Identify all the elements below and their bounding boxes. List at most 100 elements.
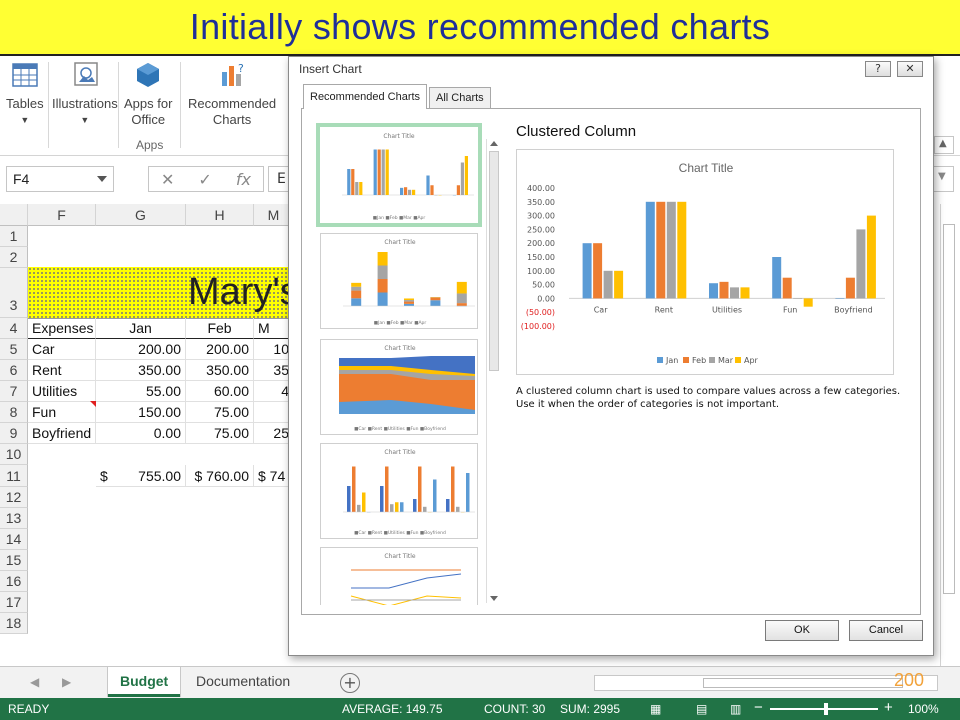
scroll-thumb[interactable]	[489, 151, 499, 371]
comment-indicator[interactable]	[90, 401, 96, 407]
cell-currency-symbol[interactable]: $	[96, 465, 116, 487]
recommended-charts-button[interactable]: ? Recommended Charts	[188, 60, 276, 128]
thumb-line[interactable]: Chart Title	[320, 547, 478, 605]
row-header[interactable]: 14	[0, 529, 28, 550]
thumb-clustered-column-by-month[interactable]: Chart Title ■Car ■Rent ■Utilities ■Fun ■…	[320, 443, 478, 539]
cell-header-jan[interactable]: Jan	[96, 318, 186, 339]
row-header[interactable]: 1	[0, 226, 28, 247]
y-tick-label: 150.00	[527, 253, 555, 262]
confirm-entry-icon[interactable]: ✓	[198, 170, 211, 189]
cell-label[interactable]: Car	[28, 339, 96, 360]
cell-value[interactable]: 350.00	[186, 360, 254, 381]
cell-value[interactable]: 350.00	[96, 360, 186, 381]
apps-for-office-button[interactable]: Apps for Office	[124, 60, 172, 128]
cell-value[interactable]: 0.00	[96, 423, 186, 444]
expand-formula-button[interactable]: ▼	[932, 166, 954, 192]
cell-value[interactable]: 10	[254, 339, 290, 360]
tab-prev-icon[interactable]: ◀	[30, 675, 39, 689]
cell-value[interactable]: 200.00	[186, 339, 254, 360]
tab-next-icon[interactable]: ▶	[62, 675, 71, 689]
select-all-corner[interactable]	[0, 204, 28, 226]
scroll-down-icon[interactable]	[490, 596, 498, 601]
cell-value[interactable]: 200.00	[96, 339, 186, 360]
row-header[interactable]: 7	[0, 381, 28, 402]
column-header[interactable]: H	[186, 204, 254, 226]
ribbon-collapse-button[interactable]: ▲	[934, 136, 954, 154]
cell-value[interactable]: 75.00	[186, 402, 254, 423]
row-header[interactable]: 11	[0, 465, 28, 487]
svg-text:■Car ■Rent ■Utilities ■Fun ■Bo: ■Car ■Rent ■Utilities ■Fun ■Boyfriend	[354, 426, 446, 432]
thumb-stacked-area[interactable]: Chart Title ■Car ■Rent ■Utilities ■Fun ■…	[320, 339, 478, 435]
cell-label[interactable]: Fun	[28, 402, 96, 423]
cell-total-jan[interactable]: 755.00	[116, 465, 186, 487]
cell-label[interactable]: Rent	[28, 360, 96, 381]
cell-value[interactable]: 4	[254, 381, 290, 402]
thumb-bar	[404, 187, 408, 195]
column-header[interactable]: G	[96, 204, 186, 226]
row-header[interactable]: 16	[0, 571, 28, 592]
cell-header-feb[interactable]: Feb	[186, 318, 254, 339]
row-header[interactable]: 15	[0, 550, 28, 571]
row-header[interactable]: 5	[0, 339, 28, 360]
sheet-title-cell[interactable]: Mary's	[28, 267, 290, 319]
row-header[interactable]: 9	[0, 423, 28, 444]
insert-function-icon[interactable]: fx	[236, 170, 251, 189]
cell-value[interactable]: 55.00	[96, 381, 186, 402]
scroll-up-icon[interactable]	[490, 141, 498, 146]
row-header[interactable]: 6	[0, 360, 28, 381]
zoom-in-icon[interactable]: +	[884, 699, 893, 716]
cell-value[interactable]: 35	[254, 360, 290, 381]
zoom-level[interactable]: 100%	[908, 702, 939, 716]
illustrations-button[interactable]: Illustrations ▼	[52, 60, 118, 128]
cell-header-mar[interactable]: M	[254, 318, 290, 339]
vertical-scrollbar[interactable]	[940, 204, 958, 666]
ok-button[interactable]: OK	[765, 620, 839, 641]
cancel-entry-icon[interactable]: ✕	[161, 170, 174, 189]
tab-documentation[interactable]: Documentation	[184, 667, 302, 697]
zoom-out-icon[interactable]: −	[754, 699, 763, 716]
cell-label[interactable]: Utilities	[28, 381, 96, 402]
row-header[interactable]: 2	[0, 247, 28, 268]
row-header[interactable]: 10	[0, 444, 28, 465]
close-button[interactable]: ✕	[897, 61, 923, 77]
cell-total-mar[interactable]: $ 74	[254, 465, 290, 487]
page-layout-icon[interactable]: ▤	[696, 702, 707, 716]
normal-view-icon[interactable]: ▦	[650, 702, 661, 716]
tab-budget[interactable]: Budget	[108, 667, 181, 697]
row-header[interactable]: 4	[0, 318, 28, 339]
tab-all-charts[interactable]: All Charts	[429, 87, 491, 109]
column-header[interactable]: M	[254, 204, 290, 226]
cell-header-label[interactable]: Expenses	[28, 318, 96, 339]
name-box[interactable]: F4	[6, 166, 114, 192]
row-header[interactable]: 3	[0, 268, 28, 318]
tab-recommended-charts[interactable]: Recommended Charts	[303, 84, 428, 109]
cell-value[interactable]: 25	[254, 423, 290, 444]
column-header[interactable]: F	[28, 204, 96, 226]
horizontal-scrollbar[interactable]	[594, 675, 938, 691]
row-header[interactable]: 18	[0, 613, 28, 634]
page-break-icon[interactable]: ▥	[730, 702, 741, 716]
row-header[interactable]: 12	[0, 487, 28, 508]
tables-button[interactable]: Tables ▼	[6, 60, 44, 128]
help-button[interactable]: ?	[865, 61, 891, 77]
chart-bar	[677, 201, 687, 299]
worksheet-grid[interactable]: F G H M 1 2 3 4 5 6 7 8 9 10 11 12 13 14…	[0, 204, 290, 666]
row-header[interactable]: 8	[0, 402, 28, 423]
cell-total-feb[interactable]: $ 760.00	[186, 465, 254, 487]
cancel-button[interactable]: Cancel	[849, 620, 923, 641]
cell-value[interactable]: 60.00	[186, 381, 254, 402]
cell-label[interactable]: Boyfriend	[28, 423, 96, 444]
zoom-slider-thumb[interactable]	[824, 703, 828, 715]
thumb-bar	[430, 297, 441, 301]
row-header[interactable]: 13	[0, 508, 28, 529]
thumbnail-scrollbar[interactable]	[486, 139, 500, 603]
scroll-thumb[interactable]	[703, 678, 903, 688]
cell-value[interactable]: 150.00	[96, 402, 186, 423]
scroll-thumb[interactable]	[943, 224, 955, 594]
thumb-clustered-column[interactable]: Chart Title ■Jan ■Feb ■Mar ■Apr	[316, 123, 482, 227]
row-header[interactable]: 17	[0, 592, 28, 613]
cell-value[interactable]: 75.00	[186, 423, 254, 444]
add-sheet-button[interactable]: +	[340, 673, 360, 693]
cell-value[interactable]	[254, 402, 290, 423]
thumb-stacked-column[interactable]: Chart Title ■Jan ■Feb ■Mar ■Apr	[320, 233, 478, 329]
